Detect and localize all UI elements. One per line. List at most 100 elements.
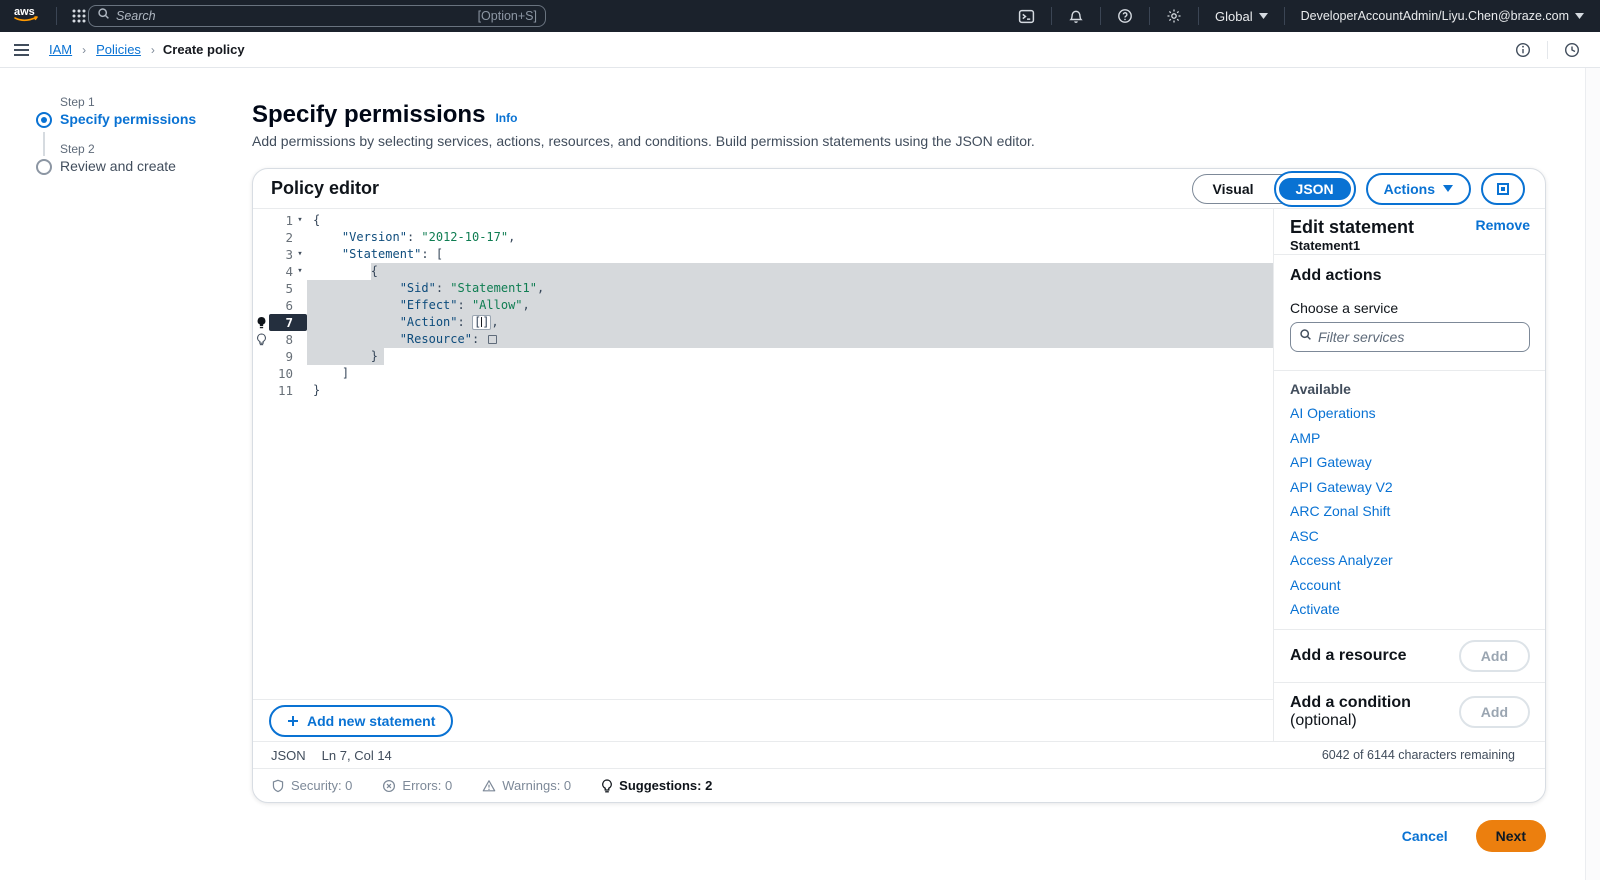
line-number: 4 [269, 263, 293, 280]
snippet-placeholder[interactable]: [] [472, 315, 491, 330]
remove-statement-link[interactable]: Remove [1476, 217, 1530, 233]
breadcrumb: IAM › Policies › Create policy [47, 40, 245, 59]
side-menu-icon[interactable] [10, 40, 33, 60]
line-number-box: 6 [269, 297, 307, 314]
line-number-box: 7 [269, 314, 307, 331]
statement-panel-title: Edit statement [1290, 217, 1414, 237]
add-condition-button[interactable]: Add [1459, 696, 1530, 728]
add-new-statement-button[interactable]: Add new statement [269, 705, 453, 737]
add-resource-button[interactable]: Add [1459, 640, 1530, 672]
fold-arrow-icon[interactable]: ▾ [293, 212, 307, 229]
breadcrumb-policies[interactable]: Policies [94, 40, 143, 59]
next-button[interactable]: Next [1476, 820, 1546, 852]
add-resource-label: Add a resource [1290, 647, 1406, 665]
editor-mode-indicator: JSON [271, 748, 306, 763]
code-line[interactable]: 7 "Action": [], [253, 314, 1273, 331]
suggestion-lightbulb-icon[interactable] [253, 333, 269, 346]
service-link[interactable]: AI Operations [1290, 406, 1530, 420]
gutter: 2 [253, 229, 307, 246]
service-filter[interactable] [1290, 322, 1530, 352]
search-input[interactable] [116, 9, 478, 23]
aws-logo[interactable]: aws [12, 4, 46, 29]
json-tab[interactable]: JSON [1274, 171, 1356, 207]
cloudshell-icon[interactable] [1012, 4, 1041, 29]
service-link[interactable]: Activate [1290, 602, 1530, 616]
line-number-box: 3▾ [269, 246, 307, 263]
line-number: 10 [269, 365, 293, 382]
expand-editor-button[interactable] [1481, 173, 1525, 205]
validation-status-bar: Security: 0Errors: 0Warnings: 0Suggestio… [253, 768, 1545, 802]
suggestion-lightbulb-icon[interactable] [253, 316, 269, 329]
gutter: 5 [253, 280, 307, 297]
filter-services-input[interactable] [1318, 329, 1521, 345]
service-link[interactable]: Account [1290, 578, 1530, 592]
code-content[interactable]: ] [307, 365, 1273, 382]
code-content[interactable]: } [307, 348, 1273, 365]
line-number: 6 [269, 297, 293, 314]
code-content[interactable]: "Statement": [ [307, 246, 1273, 263]
step1-link[interactable]: Specify permissions [60, 111, 196, 127]
code-content[interactable]: "Version": "2012-10-17", [307, 229, 1273, 246]
line-number-box: 2 [269, 229, 307, 246]
code-line[interactable]: 10 ] [253, 365, 1273, 382]
code-line[interactable]: 11} [253, 382, 1273, 399]
page-scrollbar[interactable] [1585, 68, 1600, 880]
code-content[interactable]: { [307, 263, 1273, 280]
fold-arrow-icon[interactable]: ▾ [293, 263, 307, 280]
global-search[interactable]: [Option+S] [88, 5, 546, 27]
notifications-bell-icon[interactable] [1062, 4, 1090, 28]
service-link[interactable]: API Gateway V2 [1290, 480, 1530, 494]
code-content[interactable]: } [307, 382, 1273, 399]
breadcrumb-iam[interactable]: IAM [47, 40, 74, 59]
search-icon [97, 7, 110, 25]
gutter: 7 [253, 314, 307, 331]
code-line[interactable]: 3▾ "Statement": [ [253, 246, 1273, 263]
code-content[interactable]: "Resource": [307, 331, 1273, 348]
page-subtitle: Add permissions by selecting services, a… [252, 133, 1035, 149]
chevron-right-icon: › [151, 43, 155, 57]
status-suggestions[interactable]: Suggestions: 2 [601, 778, 712, 793]
code-content[interactable]: "Effect": "Allow", [307, 297, 1273, 314]
service-link[interactable]: ASC [1290, 529, 1530, 543]
code-content[interactable]: "Action": [], [307, 314, 1273, 331]
history-clock-icon[interactable] [1558, 38, 1586, 62]
line-number-box: 1▾ [269, 212, 307, 229]
selection-highlight [371, 263, 1273, 280]
info-panel-icon[interactable] [1509, 38, 1537, 62]
service-link[interactable]: AMP [1290, 431, 1530, 445]
fold-arrow-icon[interactable]: ▾ [293, 246, 307, 263]
service-link[interactable]: ARC Zonal Shift [1290, 504, 1530, 518]
step1-label: Step 1 [60, 95, 95, 109]
code-content[interactable]: "Sid": "Statement1", [307, 280, 1273, 297]
actions-dropdown-button[interactable]: Actions [1366, 173, 1471, 205]
code-line[interactable]: 1▾{ [253, 212, 1273, 229]
add-actions-heading: Add actions [1290, 267, 1530, 285]
help-icon[interactable] [1111, 4, 1139, 28]
cancel-button[interactable]: Cancel [1402, 828, 1448, 844]
info-link[interactable]: Info [495, 111, 517, 125]
code-line[interactable]: 5 "Sid": "Statement1", [253, 280, 1273, 297]
service-link[interactable]: Access Analyzer [1290, 553, 1530, 567]
line-number-box: 10 [269, 365, 307, 382]
account-menu[interactable]: DeveloperAccountAdmin/Liyu.Chen@braze.co… [1295, 9, 1590, 23]
snippet-placeholder[interactable] [488, 335, 497, 344]
text-cursor [481, 317, 482, 327]
step2-link[interactable]: Review and create [60, 158, 176, 174]
statement-panel: Edit statement Remove Statement1 Add act… [1274, 209, 1546, 741]
code-line[interactable]: 9 } [253, 348, 1273, 365]
settings-gear-icon[interactable] [1160, 4, 1188, 28]
page-title: Specify permissions [252, 101, 485, 129]
gutter: 9 [253, 348, 307, 365]
code-line[interactable]: 2 "Version": "2012-10-17", [253, 229, 1273, 246]
service-link[interactable]: API Gateway [1290, 455, 1530, 469]
code-line[interactable]: 4▾ { [253, 263, 1273, 280]
region-selector[interactable]: Global [1209, 9, 1274, 24]
visual-tab[interactable]: Visual [1193, 175, 1274, 203]
code-content[interactable]: { [307, 212, 1273, 229]
gutter: 10 [253, 365, 307, 382]
code-line[interactable]: 6 "Effect": "Allow", [253, 297, 1273, 314]
code-line[interactable]: 8 "Resource": [253, 331, 1273, 348]
code-lines: 1▾{2 "Version": "2012-10-17",3▾ "Stateme… [253, 212, 1273, 399]
json-editor[interactable]: 1▾{2 "Version": "2012-10-17",3▾ "Stateme… [253, 209, 1273, 699]
chevron-right-icon: › [82, 43, 86, 57]
